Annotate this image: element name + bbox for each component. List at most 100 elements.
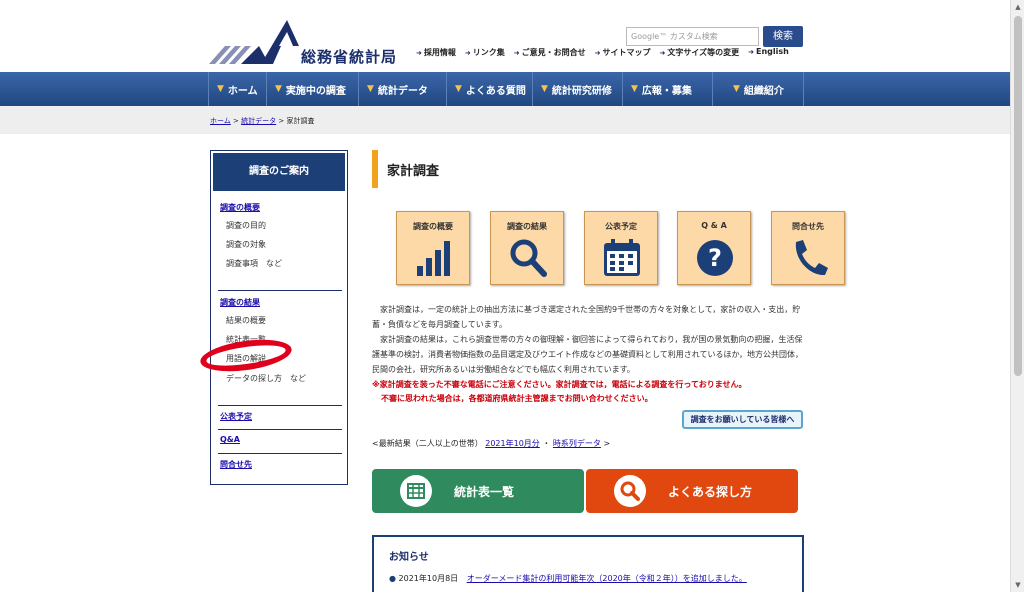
- table-icon: [400, 475, 432, 507]
- sidebar-divider: [218, 405, 342, 406]
- global-nav: ▼ ホーム ▼ 実施中の調査 ▼ 統計データ ▼ よくある質問 ▼ 統計研究研修 ▼ 広報・…: [0, 72, 1010, 106]
- nav-label: 広報・募集: [641, 85, 692, 97]
- nav-label: 統計データ: [377, 85, 428, 97]
- breadcrumb: ホーム > 統計データ > 家計調査: [210, 116, 314, 126]
- util-link-links[interactable]: リンク集: [465, 47, 505, 59]
- breadcrumb-home[interactable]: ホーム: [210, 117, 231, 125]
- util-link-contact[interactable]: ご意見・お問合せ: [514, 47, 586, 59]
- stat-bureau-logo-icon: [209, 20, 299, 64]
- site-name: 総務省統計局: [301, 48, 398, 66]
- sidebar-link-results[interactable]: 調査の結果: [220, 297, 260, 308]
- sidebar-item-target[interactable]: 調査の対象: [226, 239, 266, 250]
- breadcrumb-separator: >: [233, 117, 239, 125]
- intro-paragraph: 家計調査の結果は，これら調査世帯の方々の御理解・御回答によって得られており，我が…: [372, 335, 804, 374]
- tile-schedule[interactable]: 公表予定: [584, 211, 658, 285]
- latest-suffix: >: [603, 439, 611, 448]
- chevron-down-icon: ▼: [367, 84, 374, 94]
- chevron-down-icon: ▼: [275, 84, 282, 94]
- magnifier-icon: [614, 475, 646, 507]
- svg-text:?: ?: [708, 244, 722, 272]
- util-link-sitemap[interactable]: サイトマップ: [595, 47, 651, 59]
- bullet-icon: ●: [389, 574, 396, 583]
- sidebar-divider: [218, 290, 342, 291]
- latest-separator: ・: [542, 439, 551, 448]
- tile-contact[interactable]: 問合せ先: [771, 211, 845, 285]
- chevron-down-icon: ▼: [733, 84, 740, 94]
- news-item: ● 2021年10月8日 オーダーメード集計の利用可能年次（2020年（令和２年…: [389, 573, 747, 584]
- scroll-up-icon[interactable]: ▲: [1011, 0, 1024, 14]
- breadcrumb-statistics-data[interactable]: 統計データ: [241, 117, 276, 125]
- sidebar-item-survey-items[interactable]: 調査事項 など: [226, 258, 282, 269]
- intro-paragraph: 家計調査は，一定の統計上の抽出方法に基づき選定された全国約9千世帯の方々を対象と…: [372, 305, 801, 329]
- stat-tables-button[interactable]: 統計表一覧: [372, 469, 584, 513]
- nav-faq[interactable]: ▼ よくある質問: [446, 72, 532, 106]
- sidebar-link-qa[interactable]: Q&A: [220, 435, 240, 444]
- to-respondents-button[interactable]: 調査をお願いしている皆様へ: [682, 410, 803, 429]
- chevron-down-icon: ▼: [455, 84, 462, 94]
- sidebar-item-purpose[interactable]: 調査の目的: [226, 220, 266, 231]
- chevron-down-icon: ▼: [631, 84, 638, 94]
- tile-overview[interactable]: 調査の概要: [396, 211, 470, 285]
- sidebar-link-overview[interactable]: 調査の概要: [220, 202, 260, 213]
- nav-label: 組織紹介: [743, 85, 784, 97]
- sidebar-divider: [218, 453, 342, 454]
- scroll-thumb[interactable]: [1014, 16, 1022, 376]
- sidebar-link-schedule[interactable]: 公表予定: [220, 411, 252, 422]
- calendar-icon: [604, 239, 640, 276]
- latest-month-link[interactable]: 2021年10月分: [485, 439, 540, 448]
- sidebar: 調査のご案内 調査の概要 調査の目的 調査の対象 調査事項 など 調査の結果 結…: [210, 150, 348, 485]
- util-link-text-size[interactable]: 文字サイズ等の変更: [660, 47, 739, 59]
- nav-current-surveys[interactable]: ▼ 実施中の調査: [266, 72, 358, 106]
- latest-results: <最新結果（二人以上の世帯） 2021年10月分 ・ 時系列データ >: [372, 438, 610, 449]
- search-button[interactable]: 検索: [763, 26, 803, 47]
- sidebar-link-contact[interactable]: 問合せ先: [220, 459, 252, 470]
- page-scrollbar[interactable]: ▲ ▼: [1010, 0, 1024, 592]
- time-series-link[interactable]: 時系列データ: [553, 439, 601, 448]
- site-header: 総務省統計局 Google™ カスタム検索 検索 採用情報 リンク集 ご意見・お…: [0, 0, 1010, 72]
- nav-label: 実施中の調査: [285, 85, 346, 97]
- magnifier-icon: [510, 239, 547, 277]
- button-label: よくある探し方: [668, 484, 753, 499]
- tile-label: 問合せ先: [792, 222, 824, 231]
- news-title: お知らせ: [389, 552, 429, 563]
- bar-chart-icon: [417, 241, 450, 276]
- nav-research-training[interactable]: ▼ 統計研究研修: [532, 72, 622, 106]
- news-date: 2021年10月8日: [398, 574, 459, 583]
- tile-results[interactable]: 調査の結果: [490, 211, 564, 285]
- sidebar-item-data-guide[interactable]: データの探し方 など: [226, 373, 306, 384]
- tile-label: 公表予定: [605, 222, 637, 231]
- scam-warning: ※家計調査を装った不審な電話にご注意ください。家計調査では，電話による調査を行っ…: [372, 378, 804, 406]
- nav-statistics-data[interactable]: ▼ 統計データ: [358, 72, 446, 106]
- chevron-down-icon: ▼: [541, 84, 548, 94]
- intro-text: 家計調査は，一定の統計上の抽出方法に基づき選定された全国約9千世帯の方々を対象と…: [372, 302, 804, 377]
- question-icon: ?: [697, 240, 733, 276]
- sidebar-divider: [218, 429, 342, 430]
- tile-label: Q & A: [701, 221, 727, 230]
- breadcrumb-bar: [0, 106, 1010, 134]
- page-title: 家計調査: [387, 164, 440, 179]
- sidebar-item-results-summary[interactable]: 結果の概要: [226, 315, 266, 326]
- scroll-down-icon[interactable]: ▼: [1011, 578, 1024, 592]
- title-accent-bar: [372, 150, 378, 188]
- warning-line: ※家計調査を装った不審な電話にご注意ください。家計調査では，電話による調査を行っ…: [372, 380, 747, 389]
- breadcrumb-current: 家計調査: [286, 117, 315, 125]
- nav-home[interactable]: ▼ ホーム: [208, 72, 266, 106]
- breadcrumb-separator: >: [278, 117, 285, 125]
- tile-label: 調査の概要: [413, 222, 453, 231]
- button-label: 統計表一覧: [454, 484, 515, 499]
- util-link-recruit[interactable]: 採用情報: [416, 47, 456, 59]
- search-input[interactable]: Google™ カスタム検索: [626, 27, 759, 46]
- utility-links: 採用情報 リンク集 ご意見・お問合せ サイトマップ 文字サイズ等の変更 Engl…: [416, 47, 808, 59]
- tile-label: 調査の結果: [507, 222, 547, 231]
- util-link-english[interactable]: English: [748, 47, 789, 59]
- tile-qa[interactable]: Q & A ?: [677, 211, 751, 285]
- site-logo[interactable]: 総務省統計局: [209, 18, 409, 68]
- common-search-button[interactable]: よくある探し方: [586, 469, 798, 513]
- chevron-down-icon: ▼: [217, 84, 224, 94]
- nav-label: よくある質問: [465, 85, 526, 97]
- news-panel: お知らせ ● 2021年10月8日 オーダーメード集計の利用可能年次（2020年…: [372, 535, 804, 592]
- nav-pr-recruitment[interactable]: ▼ 広報・募集: [622, 72, 712, 106]
- news-link[interactable]: オーダーメード集計の利用可能年次（2020年（令和２年））を追加しました。: [467, 574, 747, 583]
- nav-organization[interactable]: ▼ 組織紹介: [712, 72, 804, 106]
- sidebar-title: 調査のご案内: [213, 153, 345, 191]
